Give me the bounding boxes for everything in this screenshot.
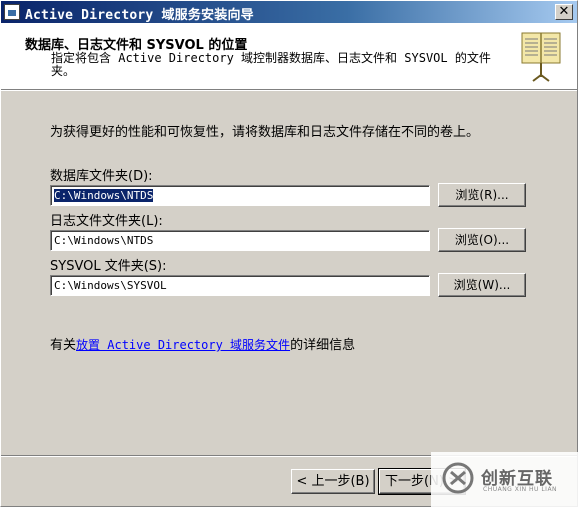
intro-text: 为获得更好的性能和可恢复性，请将数据库和日志文件存储在不同的卷上。 [50,125,480,140]
book-icon [521,32,561,82]
watermark: 创新互联 CHUANG XIN HU LIAN [431,452,578,507]
info-prefix: 有关 [50,338,77,353]
database-folder-label: 数据库文件夹(D): [50,169,153,184]
browse-sysvol-button[interactable]: 浏览(W)... [438,273,526,297]
sysvol-folder-value: C:\Windows\SYSVOL [54,279,167,292]
watermark-logo-icon [442,462,474,494]
title-bar[interactable]: Active Directory 域服务安装向导 ✕ [1,1,577,23]
database-folder-value: C:\Windows\NTDS [54,189,154,202]
help-link[interactable]: 放置 Active Directory 域服务文件 [76,338,290,352]
close-button[interactable]: ✕ [555,4,573,20]
app-icon [4,4,20,20]
log-folder-label: 日志文件文件夹(L): [50,214,163,229]
wizard-header: 数据库、日志文件和 SYSVOL 的位置 指定将包含 Active Direct… [1,23,577,91]
database-folder-input[interactable]: C:\Windows\NTDS [50,185,430,206]
info-suffix: 的详细信息 [290,338,356,353]
browse-log-button[interactable]: 浏览(O)... [438,228,526,252]
window-title: Active Directory 域服务安装向导 [25,8,254,23]
log-folder-value: C:\Windows\NTDS [54,234,154,247]
watermark-sub: CHUANG XIN HU LIAN [483,486,558,493]
more-info: 有关放置 Active Directory 域服务文件的详细信息 [50,334,355,353]
back-button[interactable]: < 上一步(B) [291,469,375,494]
log-folder-input[interactable]: C:\Windows\NTDS [50,230,430,251]
browse-database-button[interactable]: 浏览(R)... [438,183,526,207]
wizard-window: Active Directory 域服务安装向导 ✕ 数据库、日志文件和 SYS… [0,0,578,507]
sysvol-folder-label: SYSVOL 文件夹(S): [50,259,167,274]
page-subtitle: 指定将包含 Active Directory 域控制器数据库、日志文件和 SYS… [51,51,491,78]
sysvol-folder-input[interactable]: C:\Windows\SYSVOL [50,275,430,296]
